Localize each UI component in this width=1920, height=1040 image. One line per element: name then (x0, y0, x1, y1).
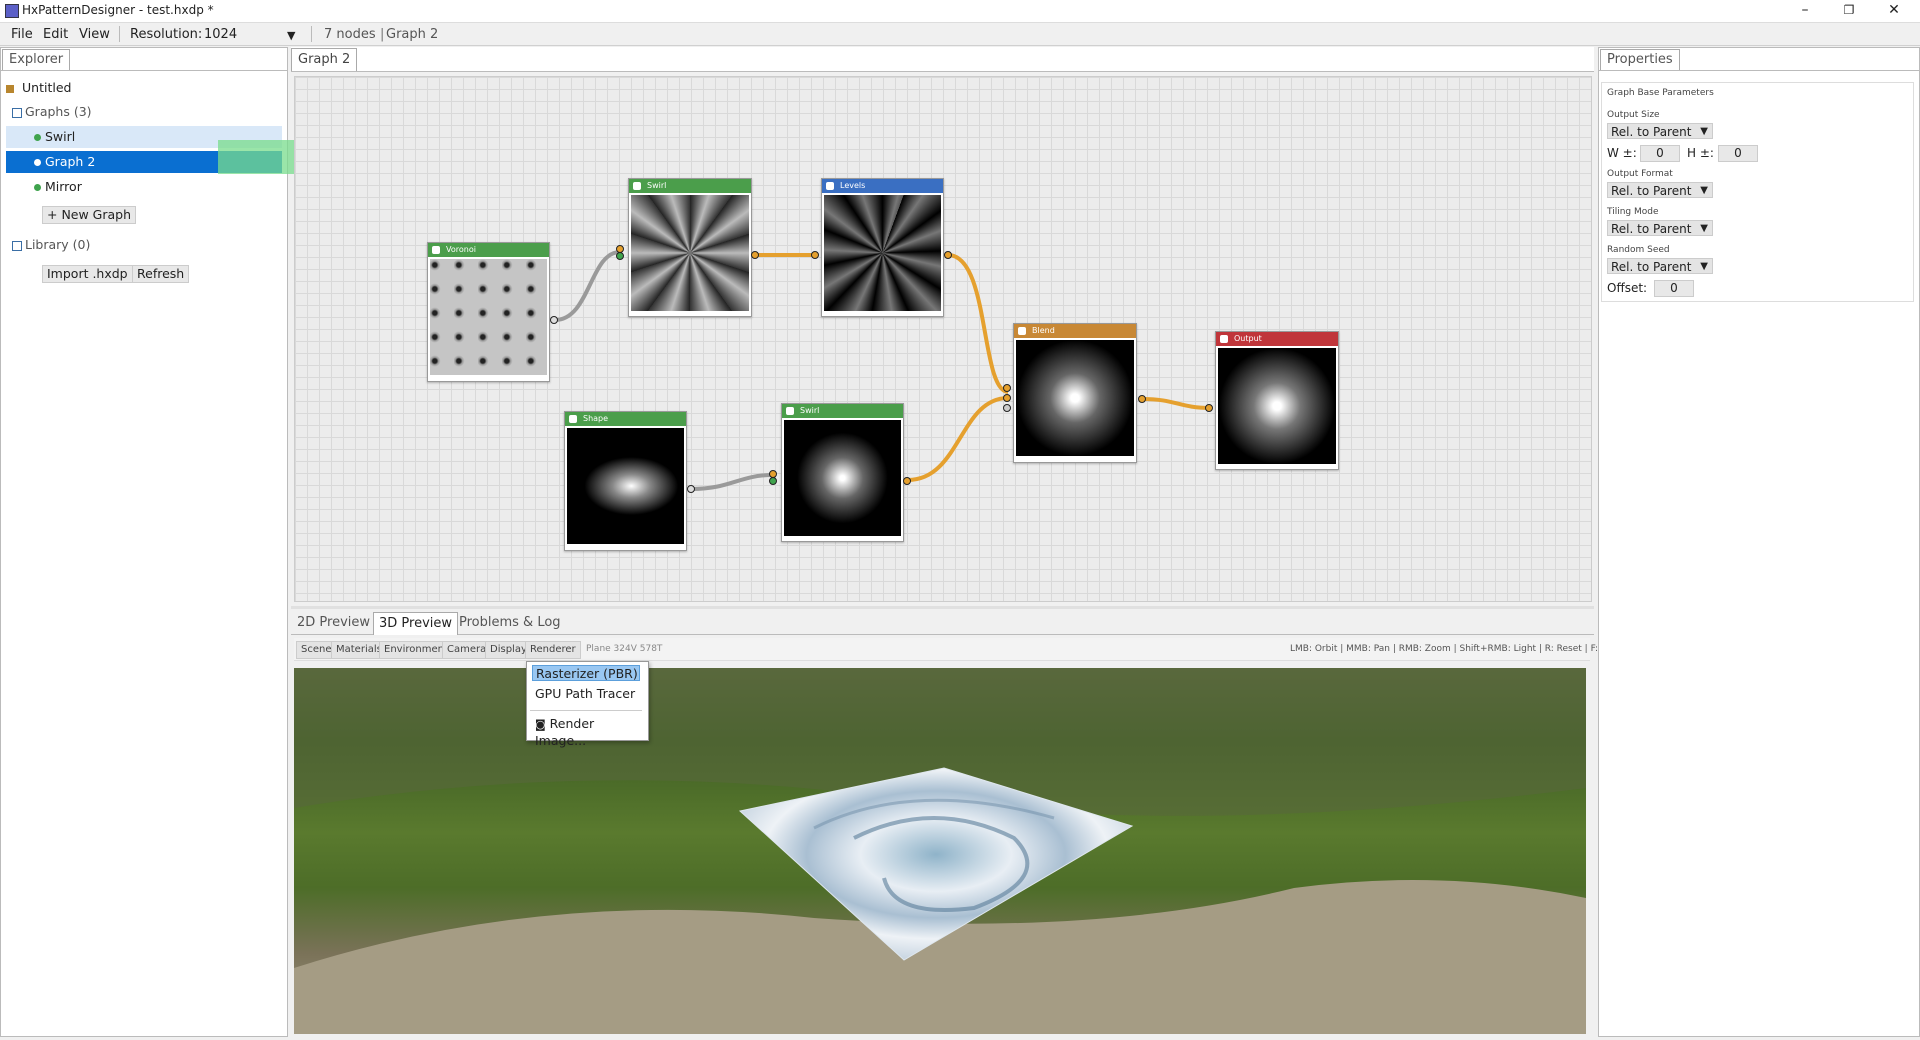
viewport-scene (294, 668, 1586, 1034)
output-size-select[interactable]: Rel. to Parent ▼ (1607, 123, 1713, 139)
wire-swirl2-blend (907, 396, 1009, 482)
output-icon (1220, 335, 1228, 343)
blend-icon (1018, 327, 1026, 335)
node-header: Levels (822, 179, 943, 193)
output-port[interactable] (751, 251, 759, 259)
wire-shape-swirl2 (691, 473, 773, 491)
generator-icon (633, 182, 641, 190)
levels-icon (826, 182, 834, 190)
node-voronoi[interactable]: Voronoi (427, 242, 550, 382)
divider (1598, 70, 1920, 71)
node-thumbnail (784, 420, 901, 536)
tab-3d-preview[interactable]: 3D Preview (373, 612, 459, 635)
node-shape[interactable]: Shape (564, 411, 687, 551)
chevron-down-icon: ▼ (1700, 185, 1708, 196)
select-value: Rel. to Parent (1611, 260, 1692, 274)
tab-2d-preview[interactable]: 2D Preview (292, 612, 375, 634)
node-swirl[interactable]: Swirl (628, 178, 752, 317)
node-header: Voronoi (428, 243, 549, 257)
random-seed-label: Random Seed (1607, 245, 1670, 255)
node-thumbnail (1218, 348, 1336, 464)
output-format-select[interactable]: Rel. to Parent ▼ (1607, 182, 1713, 198)
chevron-down-icon: ▼ (1700, 126, 1708, 137)
node-blend[interactable]: Blend (1013, 323, 1137, 463)
generator-icon (786, 407, 794, 415)
output-size-label: Output Size (1607, 110, 1660, 120)
offset-label: Offset: (1607, 281, 1648, 295)
input-port[interactable] (1003, 384, 1011, 392)
node-title: Voronoi (446, 245, 476, 254)
output-format-label: Output Format (1607, 169, 1673, 179)
wire-voronoi-swirl (554, 250, 621, 322)
group-title: Graph Base Parameters (1607, 88, 1714, 98)
wire-blend-output (1142, 397, 1211, 410)
wire-levels-blend (947, 253, 1009, 394)
tab-problems-log[interactable]: Problems & Log (454, 612, 566, 634)
height-offset-input[interactable]: 0 (1718, 145, 1758, 162)
shape-icon (569, 415, 577, 423)
menu-item-path-tracer[interactable]: GPU Path Tracer (532, 686, 640, 702)
node-thumbnail (430, 259, 547, 375)
node-thumbnail (567, 428, 684, 544)
generator-icon (432, 246, 440, 254)
node-header: Swirl (629, 179, 751, 193)
chevron-down-icon: ▼ (1700, 261, 1708, 272)
node-thumbnail (824, 195, 941, 311)
chevron-down-icon: ▼ (1700, 223, 1708, 234)
menu-separator (530, 710, 642, 711)
node-thumbnail (1016, 340, 1134, 456)
output-port[interactable] (944, 251, 952, 259)
input-port[interactable] (1003, 404, 1011, 412)
offset-input[interactable]: 0 (1654, 280, 1694, 297)
node-title: Swirl (647, 181, 667, 190)
3d-viewport[interactable] (294, 668, 1586, 1034)
node-title: Levels (840, 181, 866, 190)
node-output[interactable]: Output (1215, 331, 1339, 470)
splitter-handle[interactable] (291, 606, 1594, 609)
select-value: Rel. to Parent (1611, 184, 1692, 198)
output-port[interactable] (903, 477, 911, 485)
node-header: Shape (565, 412, 686, 426)
node-header: Blend (1014, 324, 1136, 338)
node-title: Swirl (800, 406, 820, 415)
tiling-mode-label: Tiling Mode (1607, 207, 1659, 217)
random-seed-select[interactable]: Rel. to Parent ▼ (1607, 258, 1713, 274)
renderer-button[interactable]: Renderer (525, 641, 581, 659)
menu-item-rasterizer[interactable]: Rasterizer (PBR) (532, 665, 640, 681)
camera-icon: ◙ (535, 718, 546, 731)
input-port[interactable] (1205, 404, 1213, 412)
input-port[interactable] (811, 251, 819, 259)
input-port[interactable] (616, 252, 624, 260)
output-port[interactable] (1138, 395, 1146, 403)
input-port[interactable] (769, 477, 777, 485)
height-offset-label: H ±: (1687, 146, 1714, 160)
node-header: Swirl (782, 404, 903, 418)
mesh-info: Plane 324V 578T (586, 644, 663, 654)
width-offset-input[interactable]: 0 (1640, 145, 1680, 162)
node-title: Output (1234, 334, 1262, 343)
tab-properties[interactable]: Properties (1600, 49, 1680, 70)
node-header: Output (1216, 332, 1338, 346)
camera-button[interactable]: Camera (442, 641, 492, 659)
tiling-mode-select[interactable]: Rel. to Parent ▼ (1607, 220, 1713, 236)
node-levels[interactable]: Levels (821, 178, 944, 317)
output-port[interactable] (687, 485, 695, 493)
select-value: Rel. to Parent (1611, 125, 1692, 139)
output-port[interactable] (550, 316, 558, 324)
node-title: Shape (583, 414, 609, 423)
controls-hint: LMB: Orbit | MMB: Pan | RMB: Zoom | Shif… (1290, 644, 1627, 654)
node-title: Blend (1032, 326, 1055, 335)
width-offset-label: W ±: (1607, 146, 1637, 160)
select-value: Rel. to Parent (1611, 222, 1692, 236)
input-port[interactable] (1003, 394, 1011, 402)
node-swirl-2[interactable]: Swirl (781, 403, 904, 542)
menu-item-render-image[interactable]: ◙ Render Image... (532, 716, 644, 748)
node-thumbnail (631, 195, 749, 311)
